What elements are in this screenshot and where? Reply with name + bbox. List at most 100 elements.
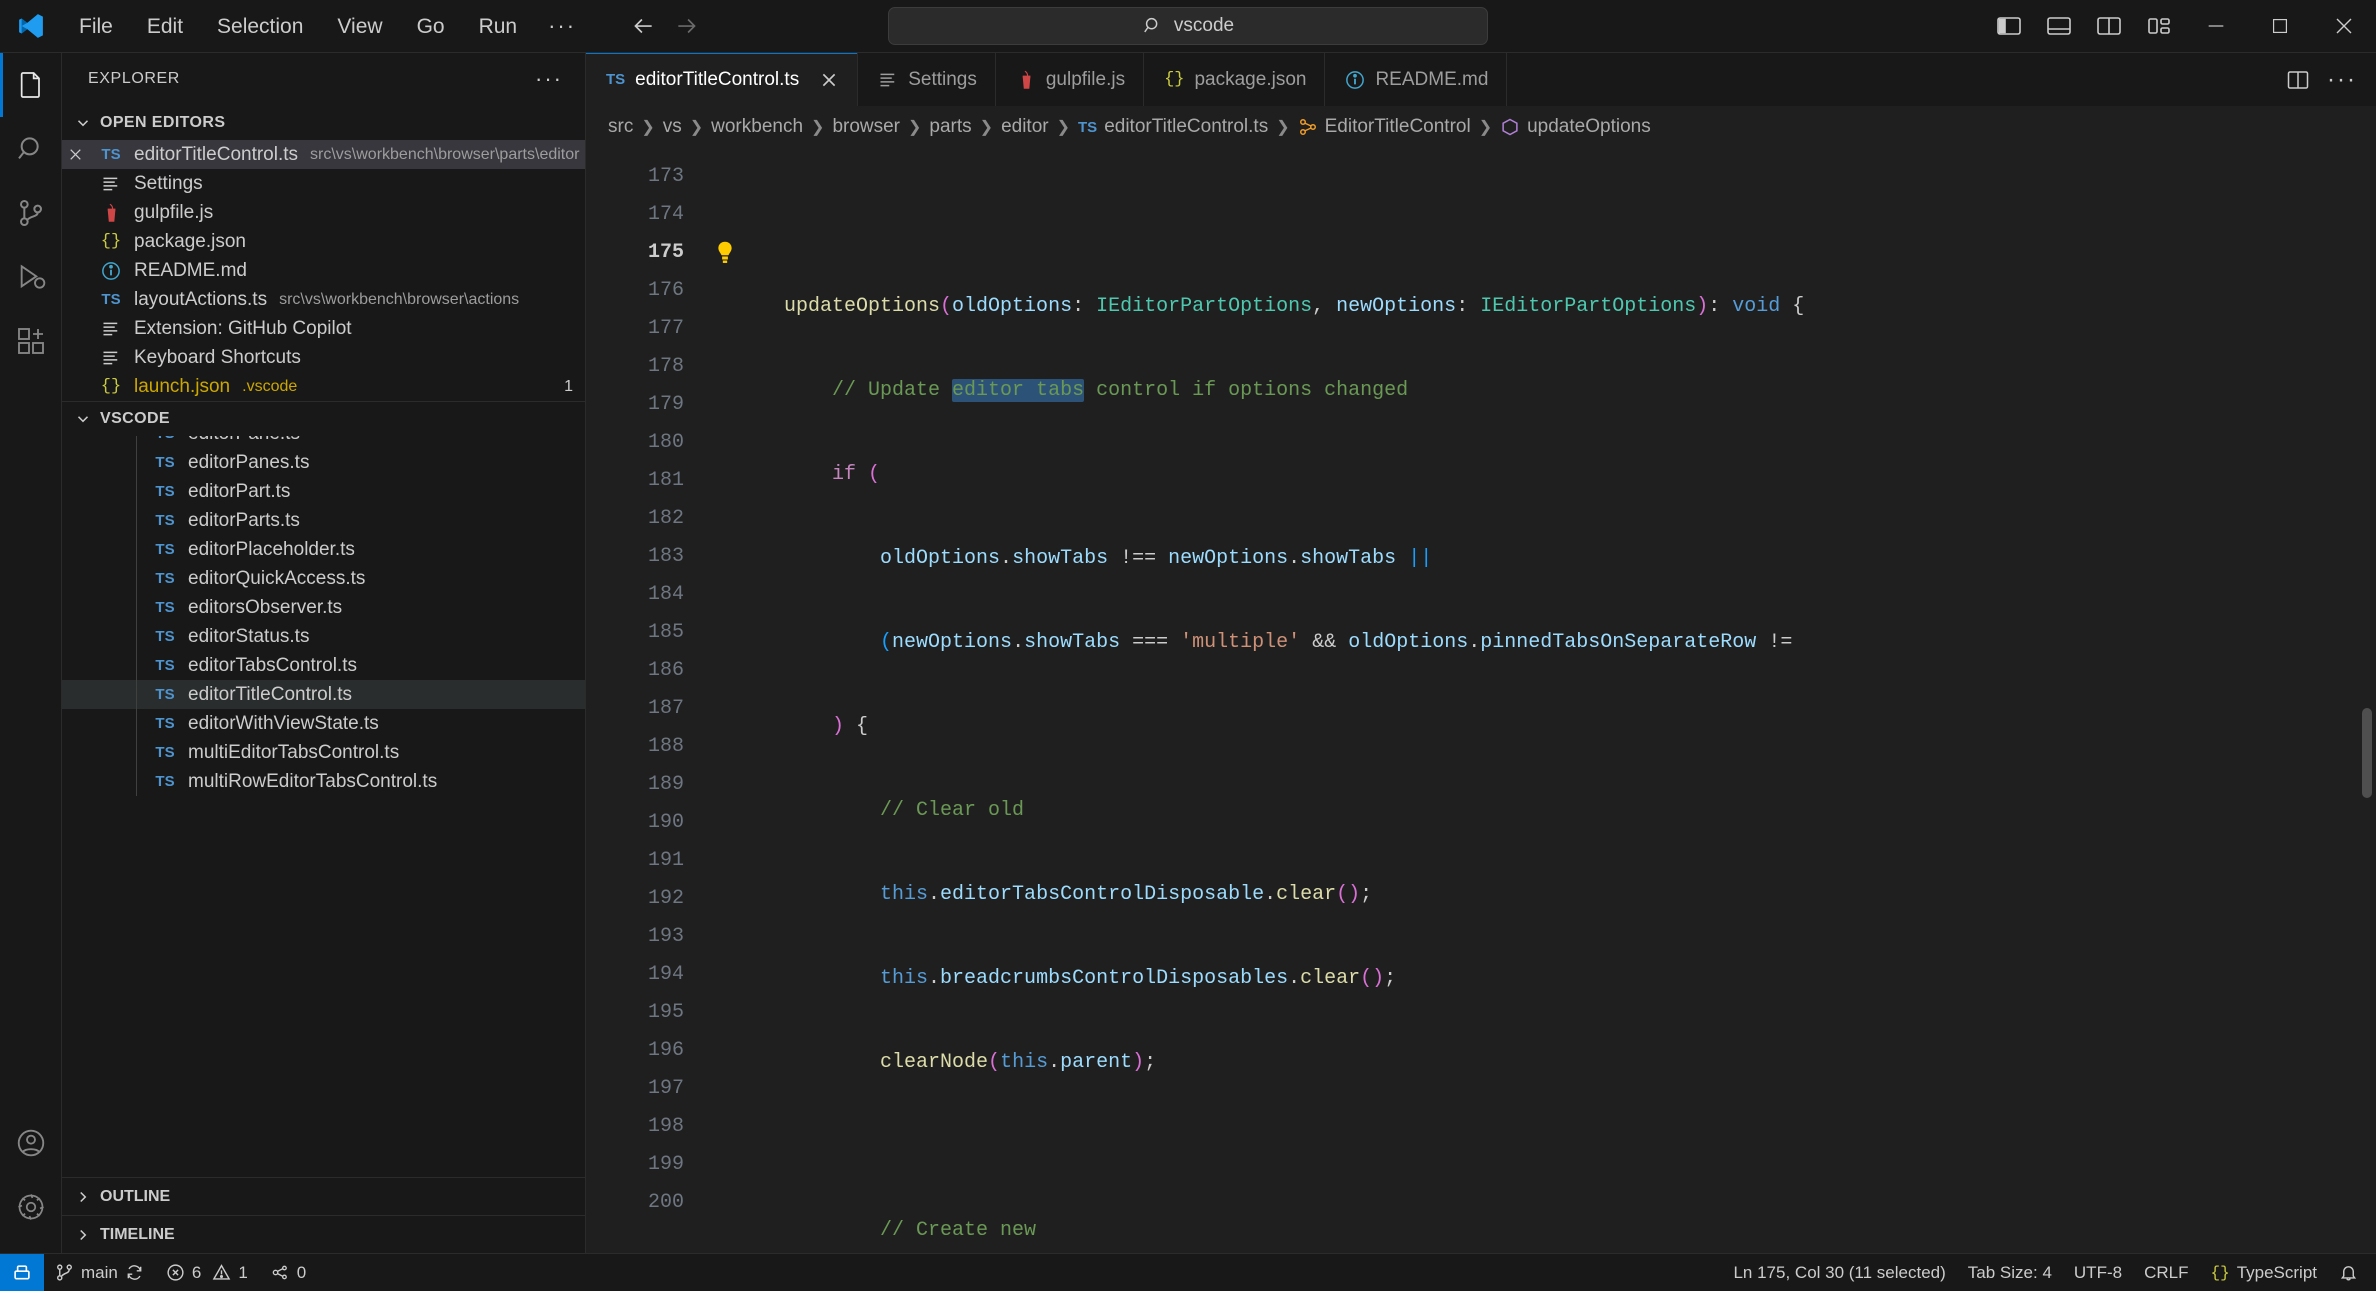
lightbulb-icon[interactable] bbox=[702, 234, 748, 272]
open-editor-row[interactable]: Settings bbox=[62, 169, 585, 198]
tree-item[interactable]: TS editorPart.ts bbox=[62, 477, 585, 506]
layout-panel-icon[interactable] bbox=[2034, 3, 2084, 49]
remote-icon bbox=[12, 1263, 32, 1283]
activity-source-control[interactable] bbox=[0, 181, 62, 245]
section-outline[interactable]: OUTLINE bbox=[62, 1177, 585, 1215]
status-problems[interactable]: 6 1 bbox=[155, 1254, 259, 1291]
breadcrumb-item[interactable]: editor bbox=[1001, 116, 1049, 138]
tree-item[interactable]: TS editorWithViewState.ts bbox=[62, 709, 585, 738]
tree-item[interactable]: TS editorQuickAccess.ts bbox=[62, 564, 585, 593]
menu-selection[interactable]: Selection bbox=[200, 10, 320, 43]
vscode-logo-icon bbox=[0, 11, 62, 41]
menu-more[interactable]: ··· bbox=[534, 11, 590, 41]
breadcrumb-item-class[interactable]: EditorTitleControl bbox=[1298, 116, 1471, 138]
open-editor-row[interactable]: {} package.json bbox=[62, 227, 585, 256]
open-editor-row[interactable]: Extension: GitHub Copilot bbox=[62, 314, 585, 343]
layout-customize-icon[interactable] bbox=[2134, 3, 2184, 49]
command-center[interactable]: vscode bbox=[888, 7, 1488, 45]
glyph-empty bbox=[702, 158, 748, 196]
activity-explorer[interactable] bbox=[0, 53, 62, 117]
line-number: 191 bbox=[647, 849, 684, 872]
tree-item[interactable]: TS editorPlaceholder.ts bbox=[62, 535, 585, 564]
arrow-left-icon[interactable] bbox=[626, 9, 660, 43]
tree-item[interactable]: TS editorPane.ts bbox=[62, 436, 585, 448]
arrow-right-icon[interactable] bbox=[670, 9, 704, 43]
activity-run-debug[interactable] bbox=[0, 245, 62, 309]
close-icon[interactable] bbox=[62, 146, 88, 163]
status-remote-indicator[interactable] bbox=[0, 1253, 44, 1291]
tree-item[interactable]: TS editorTabsControl.ts bbox=[62, 651, 585, 680]
breadcrumb-item[interactable]: browser bbox=[832, 116, 900, 138]
menu-edit[interactable]: Edit bbox=[130, 10, 200, 43]
activity-search[interactable] bbox=[0, 117, 62, 181]
tree-item-editortitlecontrol[interactable]: TS editorTitleControl.ts bbox=[62, 680, 585, 709]
tab-editortitlecontrol[interactable]: TS editorTitleControl.ts bbox=[586, 53, 859, 106]
menu-run[interactable]: Run bbox=[462, 10, 535, 43]
maximize-window-button[interactable] bbox=[2248, 0, 2312, 53]
status-ports[interactable]: 0 bbox=[259, 1254, 317, 1291]
chevron-down-icon bbox=[72, 410, 94, 428]
status-eol[interactable]: CRLF bbox=[2133, 1254, 2199, 1291]
tree-item-label: editorQuickAccess.ts bbox=[188, 567, 366, 589]
sidebar-title-bar: EXPLORER ··· bbox=[62, 53, 585, 105]
status-indentation[interactable]: Tab Size: 4 bbox=[1957, 1254, 2063, 1291]
split-editor-icon[interactable] bbox=[2278, 60, 2318, 100]
info-icon bbox=[96, 261, 126, 281]
tree-item[interactable]: TS multiEditorTabsControl.ts bbox=[62, 738, 585, 767]
status-errors-count: 6 bbox=[191, 1262, 202, 1282]
code-line-current: // Update editor tabs control if options… bbox=[832, 379, 1409, 402]
open-editor-row[interactable]: TS layoutActions.ts src\vs\workbench\bro… bbox=[62, 285, 585, 314]
section-timeline[interactable]: TIMELINE bbox=[62, 1215, 585, 1253]
status-language-mode[interactable]: {} TypeScript bbox=[2199, 1254, 2328, 1291]
breadcrumb-item[interactable]: parts bbox=[929, 116, 971, 138]
breadcrumb-item[interactable]: vs bbox=[663, 116, 682, 138]
file-tree: TS editorPane.ts TS editorPanes.ts TS ed… bbox=[62, 436, 585, 1177]
menu-view[interactable]: View bbox=[320, 10, 399, 43]
open-editor-row[interactable]: {} launch.json .vscode 1 bbox=[62, 372, 585, 401]
minimize-window-button[interactable] bbox=[2184, 0, 2248, 53]
code-editor[interactable]: 173 174 175 176 177 178 179 180 181 182 … bbox=[586, 148, 2376, 1253]
menu-file[interactable]: File bbox=[62, 10, 130, 43]
menu-bar: File Edit Selection View Go Run ··· bbox=[62, 10, 590, 43]
activity-manage[interactable] bbox=[0, 1175, 62, 1239]
tree-item[interactable]: TS multiRowEditorTabsControl.ts bbox=[62, 767, 585, 796]
layout-sidebar-right-icon[interactable] bbox=[2084, 3, 2134, 49]
open-editor-row[interactable]: Keyboard Shortcuts bbox=[62, 343, 585, 372]
ts-icon: TS bbox=[155, 744, 175, 761]
open-editor-label: launch.json bbox=[134, 375, 231, 397]
tab-packagejson[interactable]: {} package.json bbox=[1144, 53, 1326, 106]
breadcrumb-item-method[interactable]: updateOptions bbox=[1500, 116, 1651, 138]
layout-sidebar-left-icon[interactable] bbox=[1984, 3, 2034, 49]
sync-icon[interactable] bbox=[125, 1263, 144, 1282]
more-actions-icon[interactable]: ··· bbox=[2322, 60, 2362, 100]
more-actions-icon[interactable]: ··· bbox=[535, 66, 563, 92]
activity-extensions[interactable] bbox=[0, 309, 62, 373]
status-encoding[interactable]: UTF-8 bbox=[2063, 1254, 2133, 1291]
tree-item[interactable]: TS editorStatus.ts bbox=[62, 622, 585, 651]
open-editor-row[interactable]: TS editorTitleControl.ts src\vs\workbenc… bbox=[62, 140, 585, 169]
close-window-button[interactable] bbox=[2312, 0, 2376, 53]
tree-item[interactable]: TS editorsObserver.ts bbox=[62, 593, 585, 622]
ts-icon: TS bbox=[155, 541, 175, 558]
breadcrumb-item[interactable]: workbench bbox=[711, 116, 803, 138]
line-number: 179 bbox=[647, 393, 684, 416]
tree-item[interactable]: TS editorPanes.ts bbox=[62, 448, 585, 477]
editor-scrollbar[interactable] bbox=[2362, 708, 2372, 798]
breadcrumb-item-file[interactable]: TS editorTitleControl.ts bbox=[1078, 116, 1268, 138]
section-vscode-folder[interactable]: VSCODE bbox=[62, 401, 585, 436]
activity-accounts[interactable] bbox=[0, 1111, 62, 1175]
tab-gulpfile[interactable]: gulpfile.js bbox=[995, 53, 1145, 106]
tab-settings[interactable]: Settings bbox=[858, 53, 996, 106]
status-notifications[interactable] bbox=[2328, 1254, 2376, 1291]
status-cursor-position[interactable]: Ln 175, Col 30 (11 selected) bbox=[1722, 1254, 1956, 1291]
menu-go[interactable]: Go bbox=[400, 10, 462, 43]
open-editor-row[interactable]: README.md bbox=[62, 256, 585, 285]
open-editor-row[interactable]: gulpfile.js bbox=[62, 198, 585, 227]
status-branch[interactable]: main bbox=[44, 1254, 155, 1291]
breadcrumb-item[interactable]: src bbox=[608, 116, 633, 138]
code-content[interactable]: updateOptions(oldOptions: IEditorPartOpt… bbox=[784, 148, 2376, 1253]
section-open-editors[interactable]: OPEN EDITORS bbox=[62, 105, 585, 140]
close-icon[interactable] bbox=[819, 70, 839, 90]
tab-readme[interactable]: README.md bbox=[1325, 53, 1508, 106]
tree-item[interactable]: TS editorParts.ts bbox=[62, 506, 585, 535]
